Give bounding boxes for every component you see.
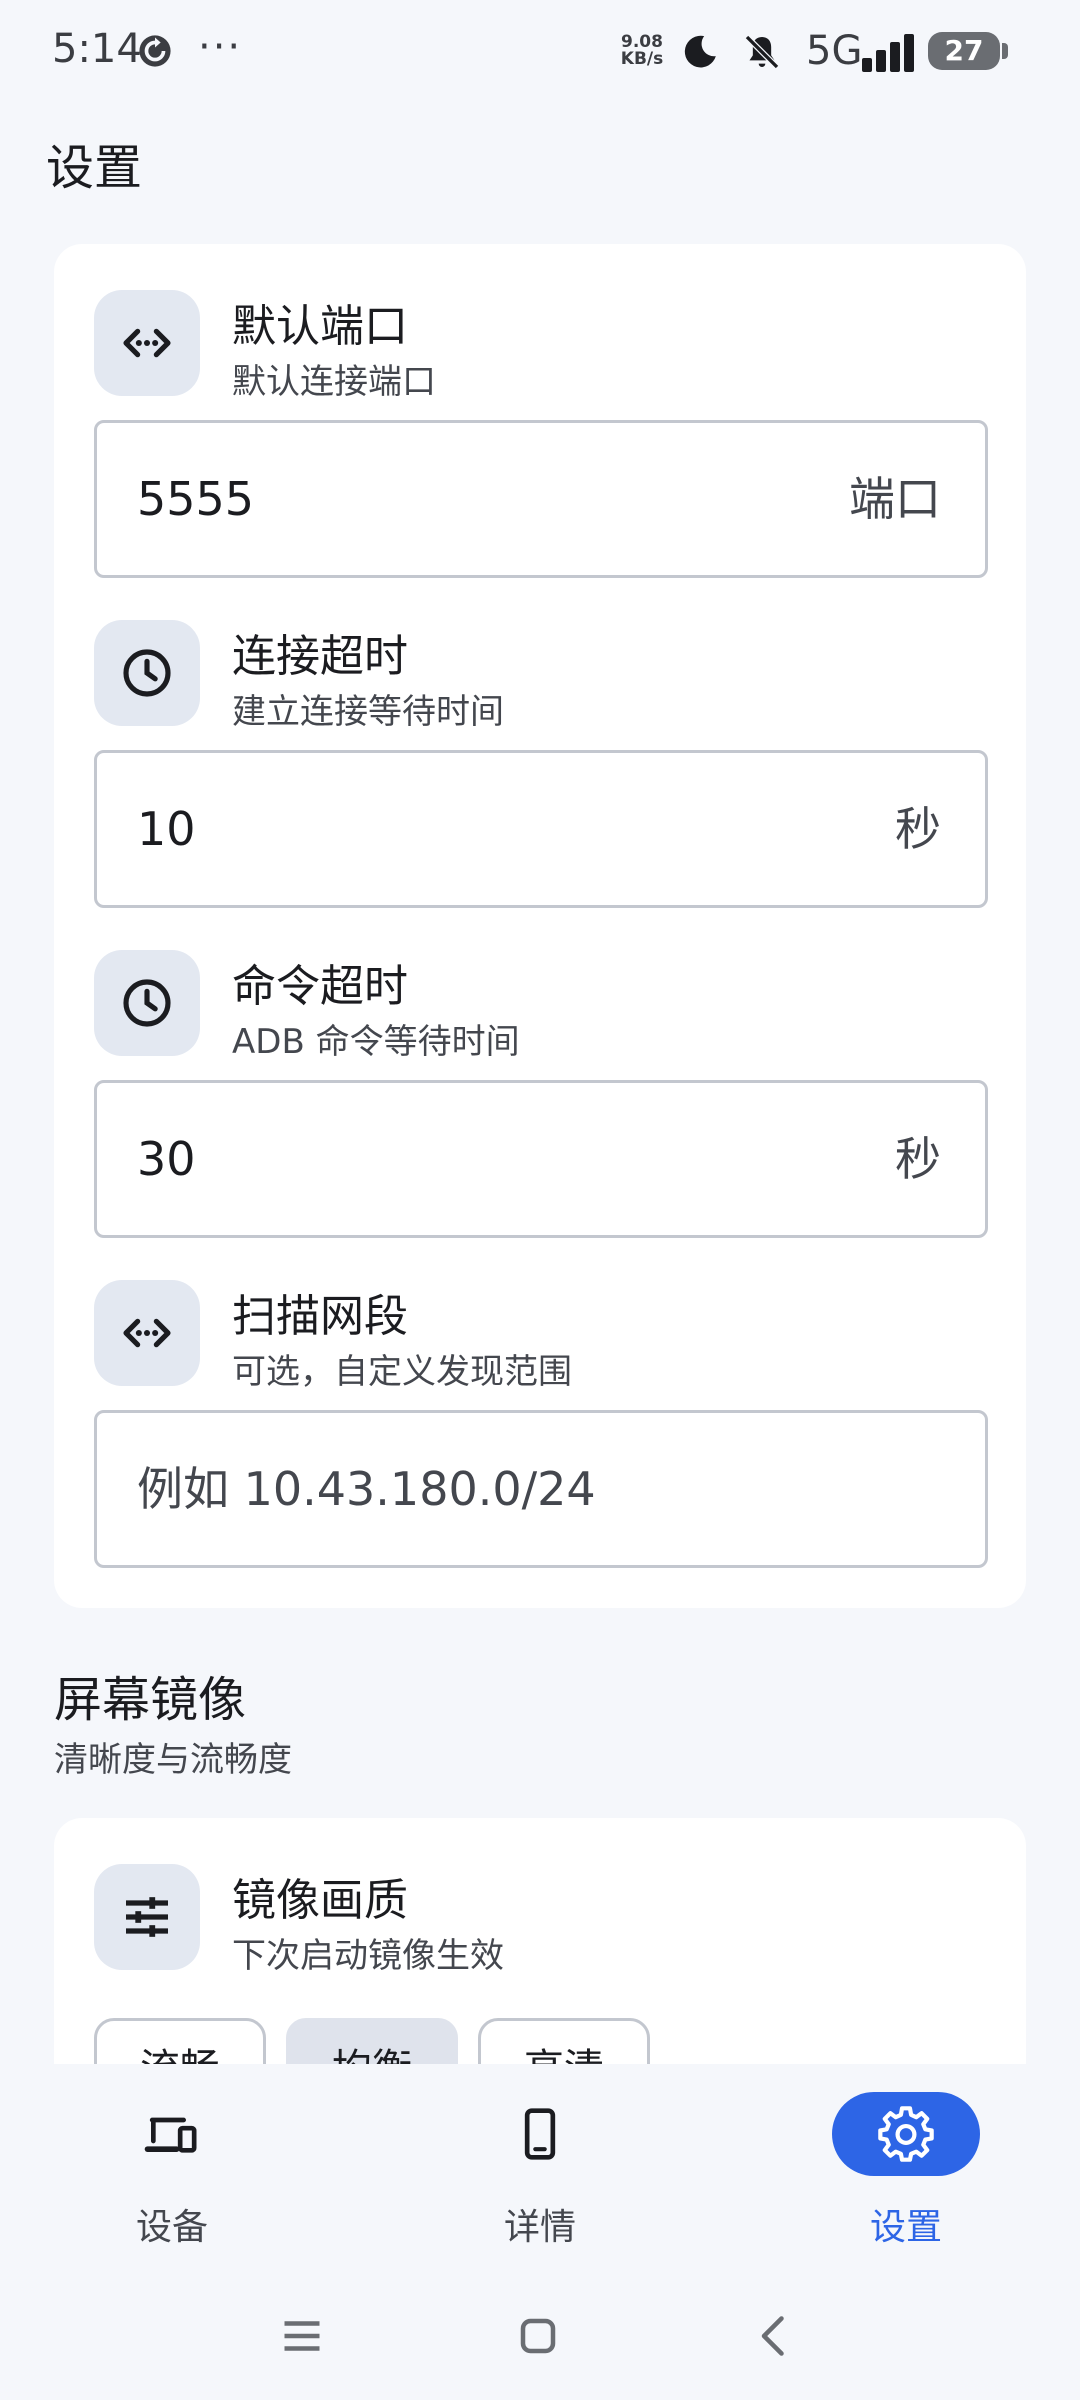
setting-command-timeout: 命令超时 ADB 命令等待时间 bbox=[94, 950, 984, 1062]
battery-level: 27 bbox=[928, 32, 1000, 70]
network-speed-unit: KB/s bbox=[620, 49, 664, 69]
scan-range-field[interactable] bbox=[94, 1410, 988, 1568]
back-icon[interactable] bbox=[744, 2306, 804, 2366]
connect-timeout-field[interactable]: 秒 bbox=[94, 750, 988, 908]
clock-icon bbox=[94, 620, 200, 726]
network-type: 5G bbox=[806, 28, 863, 74]
page-title: 设置 bbox=[46, 140, 143, 196]
mirror-quality-title: 镜像画质 bbox=[232, 1875, 408, 1926]
connection-settings-card: 默认端口 默认连接端口 端口 连接超时 建立连接等待时间 秒 命令超时 ADB … bbox=[54, 244, 1026, 1608]
nav-item-details[interactable]: 详情 bbox=[440, 2092, 640, 2262]
scan-range-subtitle: 可选，自定义发现范围 bbox=[232, 1352, 572, 1392]
mirror-section-subtitle: 清晰度与流畅度 bbox=[54, 1740, 292, 1780]
network-speed: 9.08 KB/s bbox=[620, 34, 664, 68]
bell-off-icon bbox=[744, 34, 780, 70]
setting-scan-range: 扫描网段 可选，自定义发现范围 bbox=[94, 1280, 984, 1392]
status-more-icon: ··· bbox=[198, 24, 243, 70]
command-timeout-title: 命令超时 bbox=[232, 961, 408, 1012]
setting-mirror-quality: 镜像画质 下次启动镜像生效 bbox=[94, 1864, 984, 1976]
gear-icon bbox=[832, 2092, 980, 2176]
nav-label-settings: 设置 bbox=[869, 2207, 942, 2248]
nav-label-details: 详情 bbox=[503, 2207, 576, 2248]
code-icon bbox=[94, 1280, 200, 1386]
mirror-quality-subtitle: 下次启动镜像生效 bbox=[232, 1936, 504, 1976]
nav-item-devices[interactable]: 设备 bbox=[72, 2092, 272, 2262]
nav-label-devices: 设备 bbox=[135, 2207, 208, 2248]
devices-icon bbox=[98, 2092, 246, 2176]
sync-icon bbox=[139, 35, 171, 67]
command-timeout-field[interactable]: 秒 bbox=[94, 1080, 988, 1238]
battery-icon bbox=[1002, 43, 1008, 59]
default-port-field[interactable]: 端口 bbox=[94, 420, 988, 578]
default-port-suffix: 端口 bbox=[849, 472, 941, 526]
scan-range-input[interactable] bbox=[137, 1413, 937, 1565]
signal-icon bbox=[862, 34, 914, 72]
setting-default-port: 默认端口 默认连接端口 bbox=[94, 290, 984, 402]
code-icon bbox=[94, 290, 200, 396]
status-time: 5:14 bbox=[52, 26, 142, 72]
clock-icon bbox=[94, 950, 200, 1056]
default-port-input[interactable] bbox=[137, 423, 777, 575]
setting-connect-timeout: 连接超时 建立连接等待时间 bbox=[94, 620, 984, 732]
phone-icon bbox=[466, 2092, 614, 2176]
command-timeout-subtitle: ADB 命令等待时间 bbox=[232, 1022, 520, 1062]
command-timeout-suffix: 秒 bbox=[895, 1132, 941, 1186]
connect-timeout-title: 连接超时 bbox=[232, 631, 408, 682]
connect-timeout-input[interactable] bbox=[137, 753, 777, 905]
connect-timeout-subtitle: 建立连接等待时间 bbox=[232, 692, 504, 732]
status-bar: 5:14 ··· 9.08 KB/s 5G 27 bbox=[0, 0, 1080, 104]
moon-icon bbox=[684, 35, 716, 68]
menu-icon[interactable] bbox=[272, 2306, 332, 2366]
connect-timeout-suffix: 秒 bbox=[895, 802, 941, 856]
command-timeout-input[interactable] bbox=[137, 1083, 777, 1235]
scan-range-title: 扫描网段 bbox=[232, 1291, 408, 1342]
system-navigation-bar bbox=[0, 2290, 1080, 2380]
tune-icon bbox=[94, 1864, 200, 1970]
default-port-title: 默认端口 bbox=[232, 301, 408, 352]
default-port-subtitle: 默认连接端口 bbox=[232, 362, 436, 402]
mirror-section-title: 屏幕镜像 bbox=[54, 1672, 247, 1728]
home-icon[interactable] bbox=[508, 2306, 568, 2366]
nav-item-settings[interactable]: 设置 bbox=[806, 2092, 1006, 2262]
